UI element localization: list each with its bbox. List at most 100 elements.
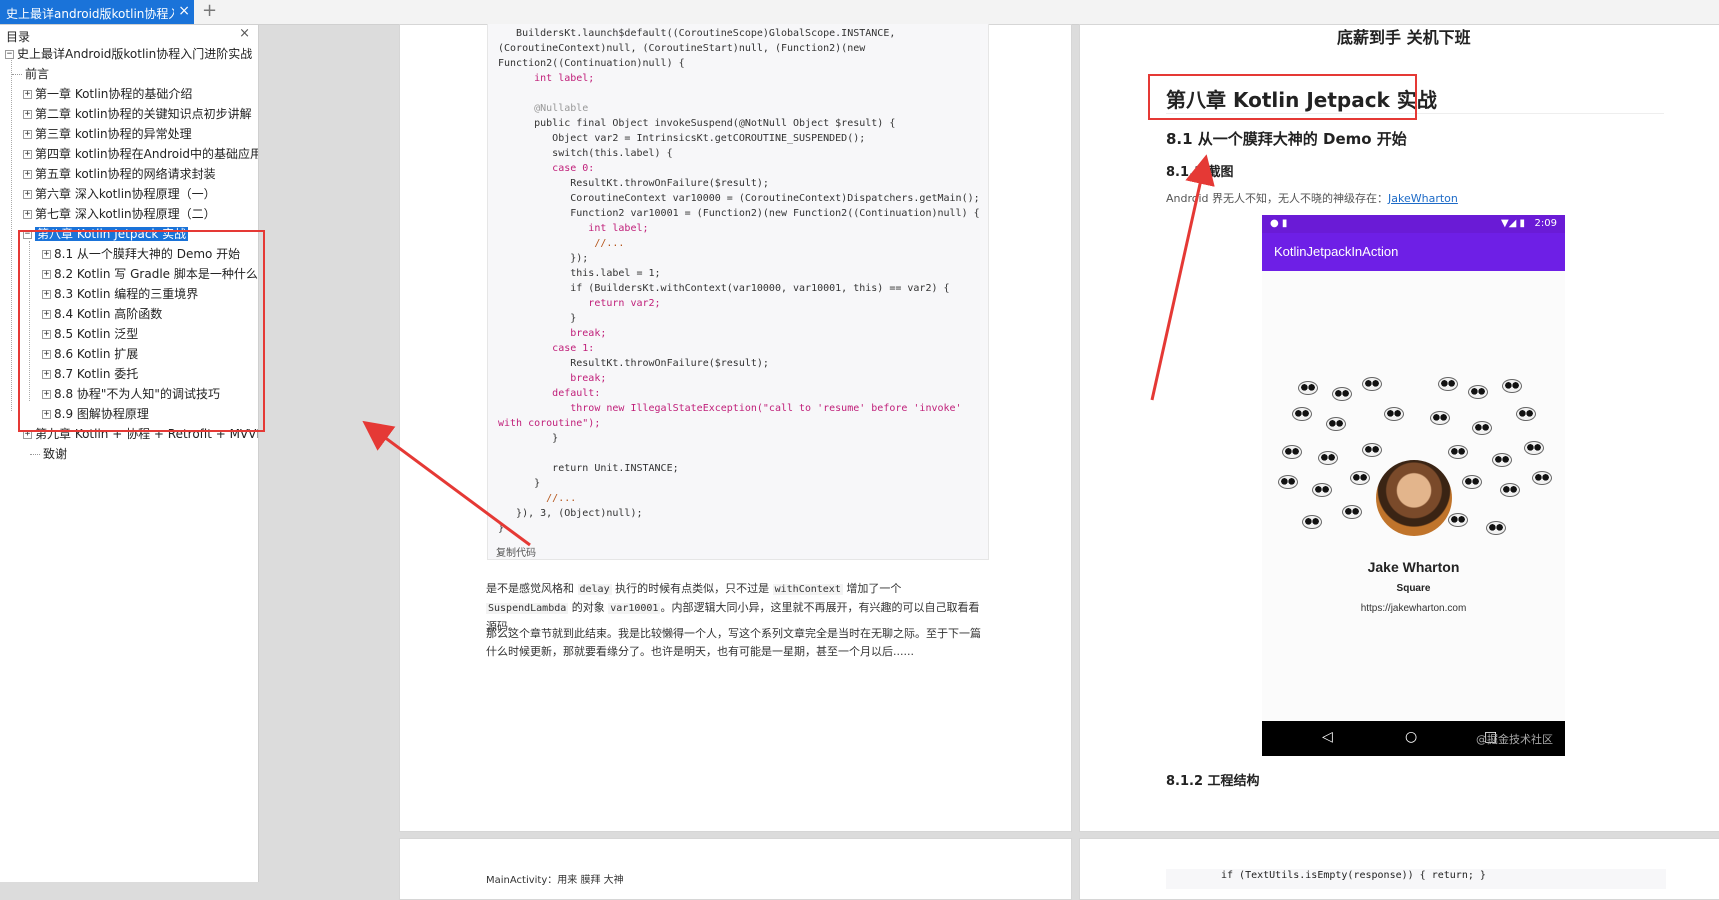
panda-icon: [1472, 421, 1492, 435]
inline-code: var10001: [608, 603, 661, 614]
phone-status-bar: ● ▮ ▼◢ ▮ 2:09: [1262, 215, 1565, 233]
toc-root[interactable]: − 史上最详Android版kotlin协程入门进阶实战: [5, 45, 252, 63]
toc-item[interactable]: + 第三章 kotlin协程的异常处理: [23, 125, 192, 143]
collapse-icon[interactable]: −: [5, 50, 14, 59]
copy-code-button[interactable]: 复制代码: [496, 544, 536, 559]
code-line: case 1:: [498, 343, 595, 354]
section-heading: 8.1 从一个膜拜大神的 Demo 开始: [1166, 130, 1407, 148]
toc-item[interactable]: + 第四章 kotlin协程在Android中的基础应用: [23, 145, 259, 163]
phone-screenshot: ● ▮ ▼◢ ▮ 2:09 KotlinJetpackInAction Jake…: [1262, 215, 1565, 756]
code-line: }: [498, 313, 577, 324]
panda-icon: [1532, 471, 1552, 485]
panda-icon: [1486, 521, 1506, 535]
code-line: switch(this.label) {: [498, 148, 673, 159]
panda-icon: [1492, 453, 1512, 467]
panda-icon: [1524, 441, 1544, 455]
phone-app-bar: KotlinJetpackInAction: [1262, 233, 1565, 271]
toc-item-label: 第四章 kotlin协程在Android中的基础应用: [35, 147, 259, 161]
code-block: BuildersKt.launch$default((CoroutineScop…: [487, 24, 989, 560]
code-line: }: [498, 433, 559, 444]
expand-icon[interactable]: +: [23, 110, 32, 119]
code-line: CoroutineContext var10000 = (CoroutineCo…: [498, 193, 980, 204]
code-line: Function2 var10001 = (Function2)(new Fun…: [498, 208, 980, 219]
toc-item[interactable]: 致谢: [30, 445, 67, 463]
toc-item[interactable]: + 第五章 kotlin协程的网络请求封装: [23, 165, 216, 183]
new-tab-icon[interactable]: +: [202, 1, 217, 21]
annotation-box: [18, 230, 265, 432]
panda-icon: [1292, 407, 1312, 421]
code-line: Object var2 = IntrinsicsKt.getCOROUTINE_…: [498, 133, 866, 144]
panda-icon: [1430, 411, 1450, 425]
code-line: }), 3, (Object)null);: [498, 508, 643, 519]
panda-icon: [1448, 445, 1468, 459]
panda-icon: [1298, 381, 1318, 395]
toc-item[interactable]: 前言: [12, 65, 49, 83]
toc-item[interactable]: + 第二章 kotlin协程的关键知识点初步讲解: [23, 105, 252, 123]
code-line: //...: [498, 493, 577, 504]
tab-title: 史上最详android版kotlin协程入门进阶实战: [6, 7, 174, 21]
tree-connector: [12, 74, 22, 75]
intro-text: Android 界无人不知，无人不晓的神级存在：JakeWharton: [1166, 190, 1458, 206]
panda-icon: [1326, 417, 1346, 431]
paragraph-text: 的对象: [568, 601, 609, 614]
panda-icon: [1362, 443, 1382, 457]
code-line: if (BuildersKt.withContext(var10000, var…: [498, 283, 950, 294]
toc-item-label: 第六章 深入kotlin协程原理（一）: [35, 187, 216, 201]
toc-header: 目录 ×: [0, 25, 258, 45]
profile-org: Square: [1396, 583, 1431, 594]
paragraph-text: 增加了一个: [842, 582, 902, 595]
code-line: ResultKt.throwOnFailure($result);: [498, 178, 769, 189]
expand-icon[interactable]: +: [23, 130, 32, 139]
toc-item[interactable]: + 第七章 深入kotlin协程原理（二）: [23, 205, 216, 223]
toc-item-label: 第一章 Kotlin协程的基础介绍: [35, 87, 193, 101]
inline-code: withContext: [772, 584, 843, 595]
expand-icon[interactable]: +: [23, 170, 32, 179]
toc-item-label: 第三章 kotlin协程的异常处理: [35, 127, 192, 141]
code-line: this.label = 1;: [498, 268, 661, 279]
code-line: default:: [498, 388, 601, 399]
code-line: Function2((Continuation)null) {: [498, 58, 685, 69]
code-line: @Nullable: [498, 103, 589, 114]
panda-icon: [1438, 377, 1458, 391]
panda-icon: [1350, 471, 1370, 485]
code-line: case 0:: [498, 163, 595, 174]
toc-item-label: 前言: [25, 67, 50, 81]
profile-name: Jake Wharton: [1367, 559, 1460, 575]
code-line: ResultKt.throwOnFailure($result);: [498, 358, 769, 369]
next-page-code: if (TextUtils.isEmpty(response)) { retur…: [1166, 869, 1666, 889]
code-line: break;: [498, 328, 607, 339]
jakewharton-link[interactable]: JakeWharton: [1388, 192, 1458, 205]
expand-icon[interactable]: +: [23, 150, 32, 159]
close-icon[interactable]: ×: [239, 26, 250, 41]
tab-bar: 史上最详android版kotlin协程入门进阶实战 × +: [0, 0, 1719, 25]
avatar: [1376, 460, 1452, 536]
toc-item[interactable]: + 第六章 深入kotlin协程原理（一）: [23, 185, 216, 203]
close-icon[interactable]: ×: [178, 3, 190, 19]
toc-item-label: 致谢: [43, 447, 68, 461]
panda-icon: [1332, 387, 1352, 401]
inline-code: delay: [577, 584, 612, 595]
toc-item[interactable]: + 第一章 Kotlin协程的基础介绍: [23, 85, 192, 103]
code-line: break;: [498, 373, 607, 384]
panda-icon: [1516, 407, 1536, 421]
subsection-heading: 8.1.1 截图: [1166, 165, 1234, 180]
code-line: public final Object invokeSuspend(@NotNu…: [498, 118, 896, 129]
document-tab[interactable]: 史上最详android版kotlin协程入门进阶实战 ×: [0, 0, 194, 24]
expand-icon[interactable]: +: [23, 90, 32, 99]
expand-icon[interactable]: +: [23, 210, 32, 219]
next-page-text: MainActivity：用来 膜拜 大神: [486, 875, 624, 886]
panda-icon: [1384, 407, 1404, 421]
code-line: int label;: [498, 73, 595, 84]
toc-item-label: 第五章 kotlin协程的网络请求封装: [35, 167, 216, 181]
back-icon: ◁: [1322, 729, 1333, 745]
panda-icon: [1312, 483, 1332, 497]
phone-nav-bar: ◁ ○ □ @掘金技术社区: [1262, 721, 1565, 756]
home-icon: ○: [1405, 729, 1418, 745]
expand-icon[interactable]: +: [23, 190, 32, 199]
toc-item-label: 第二章 kotlin协程的关键知识点初步讲解: [35, 107, 252, 121]
panda-icon: [1500, 483, 1520, 497]
tree-guide-line: [11, 51, 12, 411]
document-page-left-next: [399, 838, 1072, 900]
inline-code: SuspendLambda: [486, 603, 569, 614]
panda-icon: [1502, 379, 1522, 393]
